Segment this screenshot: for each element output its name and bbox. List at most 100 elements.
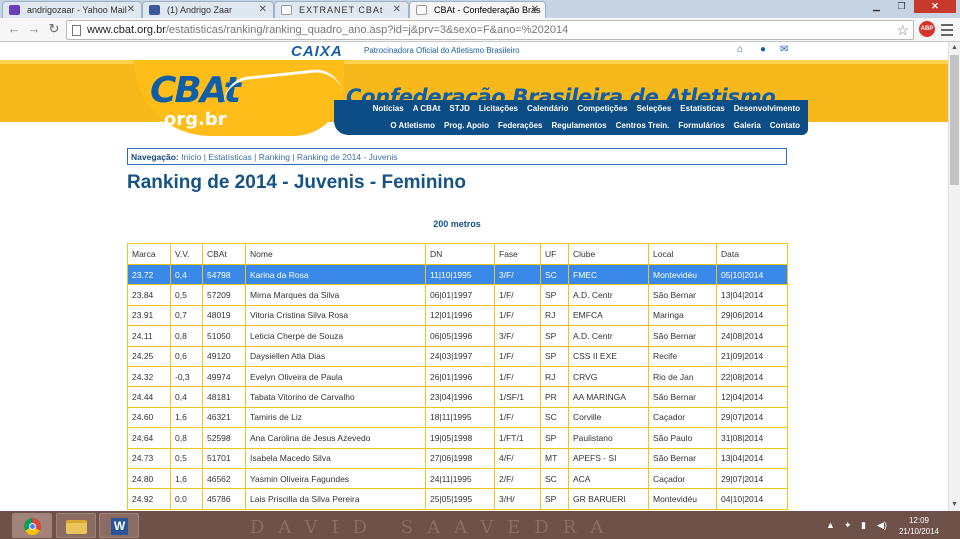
menu-item[interactable]: Licitações — [479, 104, 518, 113]
table-cell: Rio de Jan — [648, 365, 717, 388]
table-cell: São Bernar — [648, 386, 717, 408]
vertical-scrollbar[interactable]: ▲ ▼ — [948, 42, 960, 511]
close-tab-icon[interactable]: ✕ — [259, 4, 267, 15]
menu-item[interactable]: Seleções — [637, 104, 672, 113]
minimize-icon[interactable]: ▁ — [864, 0, 889, 13]
table-cell: 0,0 — [170, 488, 203, 510]
maximize-icon[interactable]: ❐ — [889, 0, 914, 13]
table-cell: Corville — [568, 406, 649, 429]
bookmark-star-icon[interactable]: ☆ — [896, 22, 909, 39]
table-cell: 29|07|2014 — [716, 406, 788, 429]
menu-item[interactable]: Estatísticas — [680, 104, 724, 113]
table-cell: 04|10|2014 — [716, 488, 788, 510]
table-cell: 2/F/ — [494, 467, 541, 490]
forward-arrow-icon[interactable]: → — [26, 21, 42, 37]
table-cell: 22|08|2014 — [716, 365, 788, 388]
column-header: CBAt — [202, 243, 246, 265]
table-cell: 21|09|2014 — [716, 345, 788, 367]
menu-item[interactable]: Prog. Apoio — [444, 121, 489, 130]
browser-toolbar: ← → ↻ www.cbat.org.br/estatisticas/ranki… — [0, 18, 960, 42]
user-icon[interactable]: ● — [760, 45, 770, 55]
table-cell: A.D. Centr — [568, 284, 649, 306]
table-row: 24.25 0,6 49120 Daysiellen Atla Dias 24|03|1… — [127, 345, 788, 367]
mail-icon[interactable]: ✉ — [780, 45, 790, 55]
column-header: Local — [648, 243, 717, 265]
taskbar-chrome-button[interactable] — [12, 513, 52, 538]
table-cell: 0,6 — [170, 345, 203, 367]
menu-item[interactable]: Centros Trein. — [616, 121, 670, 130]
cbat-logo-domain: .org.br — [157, 109, 227, 130]
table-cell: 29|06|2014 — [716, 304, 788, 327]
page-icon — [281, 5, 292, 15]
table-cell: 57209 — [202, 284, 246, 306]
menu-item[interactable]: Competições — [577, 104, 627, 113]
table-cell: 24.32 — [127, 365, 171, 388]
menu-item[interactable]: Desenvolvimento — [734, 104, 800, 113]
menu-item[interactable]: Regulamentos — [551, 121, 606, 130]
url-text[interactable]: www.cbat.org.br/estatisticas/ranking/ran… — [87, 24, 568, 36]
close-tab-icon[interactable]: ✕ — [127, 4, 135, 15]
reload-icon[interactable]: ↻ — [46, 21, 62, 37]
menu-row-1: Notícias A CBAt STJD Licitações Calendário Co… — [334, 104, 808, 113]
menu-item[interactable]: A CBAt — [413, 104, 441, 113]
menu-item[interactable]: Contato — [770, 121, 800, 130]
menu-item[interactable]: Formulários — [678, 121, 724, 130]
volume-icon[interactable]: ◀) — [877, 520, 887, 531]
table-cell: Recife — [648, 345, 717, 367]
close-tab-icon[interactable]: ✕ — [393, 4, 402, 15]
table-cell: São Bernar — [648, 447, 717, 469]
table-cell: SP — [540, 325, 569, 347]
back-arrow-icon[interactable]: ← — [6, 21, 22, 37]
taskbar-explorer-button[interactable] — [56, 513, 96, 538]
tab-facebook[interactable]: (1) Andrigo Zaar ✕ — [142, 1, 274, 18]
home-icon[interactable]: ⌂ — [737, 45, 747, 55]
menu-item[interactable]: STJD — [449, 104, 469, 113]
browser-menu-icon[interactable] — [940, 21, 954, 37]
table-cell: 1/F/ — [494, 345, 541, 367]
close-tab-icon[interactable]: ✕ — [531, 4, 539, 15]
close-window-icon[interactable]: ✕ — [914, 0, 956, 13]
adblock-plus-icon[interactable]: ABP — [919, 21, 935, 37]
clock[interactable]: 12:09 21/10/2014 — [895, 515, 943, 537]
menu-item[interactable]: Calendário — [527, 104, 568, 113]
scroll-down-arrow-icon[interactable]: ▼ — [949, 499, 960, 511]
tab-extranet[interactable]: EXTRANET CBAt ✕ — [274, 1, 409, 18]
chrome-icon — [24, 518, 41, 535]
table-cell: APEFS - SI — [568, 447, 649, 469]
table-cell: 29|07|2014 — [716, 467, 788, 490]
table-cell: 48181 — [202, 386, 246, 408]
table-cell: Daysiellen Atla Dias — [245, 345, 426, 367]
address-bar[interactable]: www.cbat.org.br/estatisticas/ranking/ran… — [66, 20, 914, 40]
tab-cbat[interactable]: CBAt - Confederação Bras ✕ — [409, 1, 546, 19]
tab-yahoo-mail[interactable]: andrigozaar - Yahoo Mail ✕ — [2, 1, 142, 18]
tray-expand-icon[interactable]: ▲ — [826, 520, 835, 530]
taskbar-word-button[interactable]: W — [99, 513, 139, 538]
caixa-logo[interactable]: CAIXA — [291, 43, 343, 60]
signal-icon[interactable]: ▮ — [861, 520, 866, 531]
scroll-up-arrow-icon[interactable]: ▲ — [949, 42, 960, 54]
table-cell: 1/SF/1 — [494, 386, 541, 408]
table-cell: 11|10|1995 — [425, 263, 495, 286]
word-icon: W — [111, 518, 128, 535]
scroll-thumb[interactable] — [950, 55, 959, 185]
table-cell: 06|05|1996 — [425, 325, 495, 347]
menu-item[interactable]: Notícias — [373, 104, 404, 113]
table-cell: Lais Priscilla da Silva Pereira — [245, 488, 426, 510]
page-icon — [416, 5, 427, 15]
table-cell: 24.11 — [127, 325, 171, 347]
menu-item[interactable]: O Atletismo — [390, 121, 435, 130]
table-cell: 0,5 — [170, 284, 203, 306]
page-title: Ranking de 2014 - Juvenis - Feminino — [127, 172, 466, 193]
clock-time: 12:09 — [908, 516, 930, 525]
table-cell: 0,4 — [170, 386, 203, 408]
page-info-icon[interactable] — [72, 25, 81, 36]
network-icon[interactable]: ✦ — [844, 520, 852, 531]
breadcrumb-path[interactable]: Início | Estatísticas | Ranking | Rankin… — [181, 152, 397, 162]
column-header: Data — [716, 243, 788, 265]
clock-date: 21/10/2014 — [898, 527, 940, 536]
menu-item[interactable]: Galeria — [734, 121, 761, 130]
sponsor-text: Patrocinadora Oficial do Atletismo Brasi… — [364, 46, 520, 55]
menu-item[interactable]: Federações — [498, 121, 542, 130]
table-cell: Karina da Rosa — [245, 263, 426, 286]
table-cell: 24|08|2014 — [716, 325, 788, 347]
